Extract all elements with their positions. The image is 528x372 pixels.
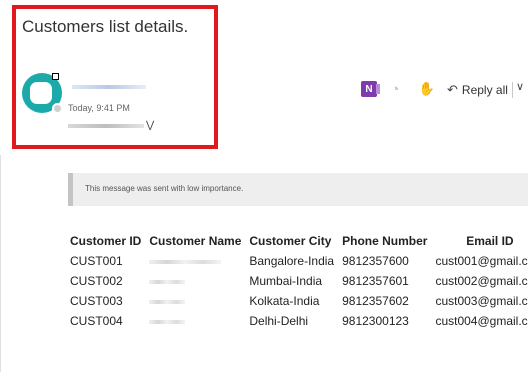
cell-customer-city: Mumbai-India (249, 274, 323, 288)
presence-status-icon (52, 103, 63, 114)
reply-all-label: Reply all (461, 83, 508, 97)
cell-customer-name-redacted (147, 311, 247, 331)
redaction-blur (149, 299, 186, 304)
redaction-blur (149, 279, 186, 284)
header-phone-number: Phone Number (342, 234, 428, 248)
cell-customer-id: CUST004 (70, 314, 123, 328)
cell-customer-name-redacted (147, 271, 247, 291)
expand-recipients-icon[interactable]: ⋁ (146, 120, 154, 131)
cell-phone-number: 9812357602 (342, 294, 409, 308)
cell-customer-id: CUST002 (70, 274, 123, 288)
cell-email: cust003@gmail.com (435, 294, 528, 308)
cell-customer-city: Delhi-Delhi (249, 314, 309, 328)
sender-name-redacted[interactable] (72, 85, 146, 89)
reply-icon: ↶ (447, 82, 458, 97)
cell-customer-name-redacted (147, 291, 247, 311)
cell-email: cust001@gmail.com (435, 254, 528, 268)
header-customer-id: Customer ID (70, 234, 142, 248)
cell-email: cust004@gmail.com (435, 314, 528, 328)
onenote-icon[interactable]: N (361, 81, 380, 97)
table-header-row: Customer ID Customer Name Customer City … (68, 231, 528, 251)
email-timestamp: Today, 9:41 PM (68, 103, 130, 113)
avatar-silhouette (30, 82, 52, 104)
customer-table: Customer ID Customer Name Customer City … (68, 231, 528, 331)
skype-icon[interactable]: ◔ (387, 81, 403, 98)
cell-customer-city: Bangalore-India (249, 254, 335, 268)
header-customer-city: Customer City (249, 234, 332, 248)
table-row: CUST003 Kolkata-India 9812357602 cust003… (68, 291, 528, 311)
cell-customer-id: CUST001 (70, 254, 123, 268)
low-importance-banner: This message was sent with low importanc… (68, 173, 528, 206)
cell-customer-city: Kolkata-India (249, 294, 320, 308)
selection-handle (52, 73, 59, 80)
table-row: CUST002 Mumbai-India 9812357601 cust002@… (68, 271, 528, 291)
recipient-redacted[interactable] (68, 124, 144, 128)
pane-left-border (0, 155, 1, 372)
email-subject: Customers list details. (22, 17, 189, 36)
cell-customer-name-redacted (147, 251, 247, 271)
cell-email: cust002@gmail.com (435, 274, 528, 288)
importance-notice: This message was sent with low importanc… (85, 184, 244, 193)
chevron-down-icon[interactable]: ∨ (516, 80, 524, 93)
table-row: CUST001 Bangalore-India 9812357600 cust0… (68, 251, 528, 271)
cell-customer-id: CUST003 (70, 294, 123, 308)
cell-phone-number: 9812357600 (342, 254, 409, 268)
cell-phone-number: 9812357601 (342, 274, 409, 288)
header-email-id: Email ID (466, 234, 514, 248)
table-row: CUST004 Delhi-Delhi 9812300123 cust004@g… (68, 311, 528, 331)
redaction-blur (149, 319, 186, 324)
reply-all-button[interactable]: ↶ Reply all (447, 79, 508, 101)
redaction-blur (149, 259, 222, 264)
cell-phone-number: 9812300123 (342, 314, 409, 328)
message-toolbar: N ◔ ✋ ↶ Reply all ∨ (355, 78, 528, 102)
header-customer-name: Customer Name (149, 234, 242, 248)
hand-icon[interactable]: ✋ (419, 81, 435, 97)
toolbar-divider (512, 82, 513, 98)
